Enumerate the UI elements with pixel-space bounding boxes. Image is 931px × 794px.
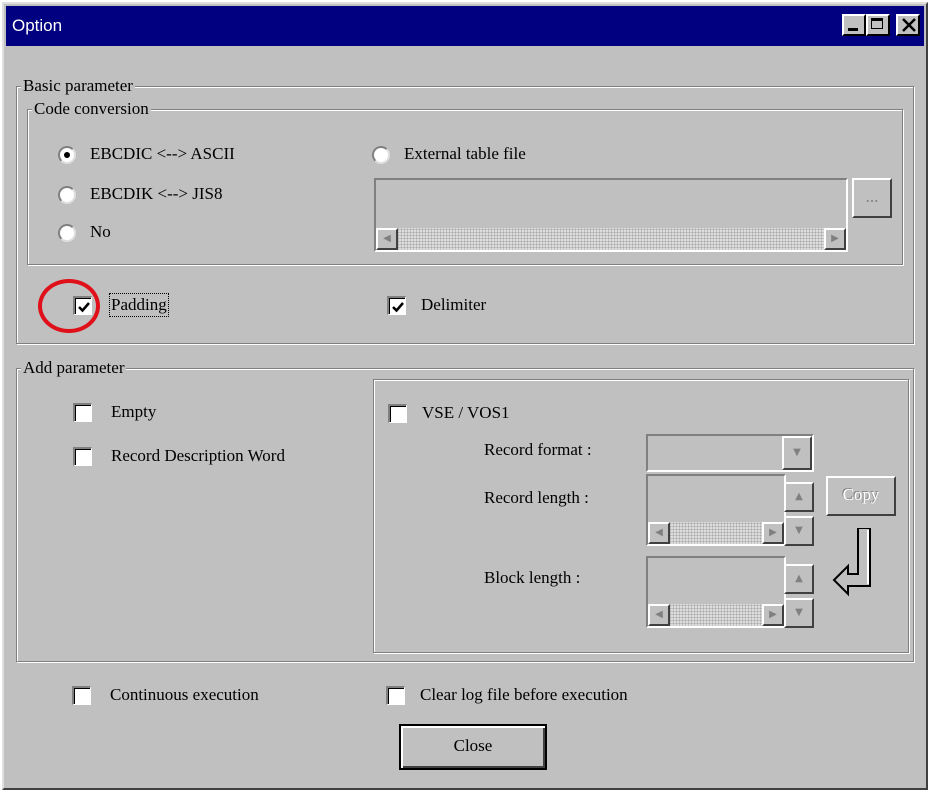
- radio-external-table[interactable]: [372, 146, 390, 164]
- external-table-hscroll[interactable]: ◀ ▶: [376, 228, 846, 250]
- block-length-down-button[interactable]: ▼: [784, 598, 814, 628]
- checkmark-icon: [392, 302, 404, 313]
- padding-label[interactable]: Padding: [109, 293, 169, 317]
- radio-external-table-label[interactable]: External table file: [404, 144, 526, 164]
- minimize-button[interactable]: [842, 14, 866, 36]
- title-bar[interactable]: Option: [6, 6, 924, 46]
- record-length-up-button[interactable]: ▲: [784, 482, 814, 512]
- chevron-down-icon[interactable]: ▼: [782, 436, 812, 470]
- empty-checkbox[interactable]: [73, 403, 92, 422]
- code-conversion-label: Code conversion: [32, 99, 151, 118]
- block-length-up-button[interactable]: ▲: [784, 564, 814, 594]
- clear-log-checkbox[interactable]: [386, 686, 405, 705]
- scroll-left-button[interactable]: ◀: [648, 604, 670, 626]
- maximize-button[interactable]: [866, 14, 890, 36]
- code-conversion-group: Code conversion EBCDIC <--> ASCII EBCDIK…: [27, 100, 903, 265]
- close-button[interactable]: Close: [399, 724, 547, 770]
- scroll-right-button[interactable]: ▶: [762, 522, 784, 544]
- record-format-label: Record format :: [484, 440, 592, 459]
- scroll-right-button[interactable]: ▶: [762, 604, 784, 626]
- block-length-label: Block length :: [484, 568, 581, 587]
- external-table-path-field[interactable]: ◀ ▶: [374, 178, 848, 252]
- window-title: Option: [12, 16, 63, 35]
- checkmark-icon: [78, 302, 90, 313]
- record-length-down-button[interactable]: ▼: [784, 516, 814, 546]
- padding-checkbox[interactable]: [73, 296, 92, 315]
- option-window: Option Basic parameter Code conversion E…: [2, 2, 928, 790]
- continuous-execution-label[interactable]: Continuous execution: [110, 685, 259, 705]
- vse-vos1-group: VSE / VOS1 Record format : ▼ Record leng…: [373, 379, 909, 653]
- continuous-execution-checkbox[interactable]: [72, 686, 91, 705]
- record-format-select[interactable]: ▼: [646, 434, 814, 472]
- vse-vos1-checkbox[interactable]: [388, 404, 407, 423]
- scroll-left-button[interactable]: ◀: [376, 228, 398, 250]
- close-x-icon: [902, 18, 916, 32]
- basic-parameter-group: Basic parameter Code conversion EBCDIC <…: [16, 77, 914, 344]
- block-length-hscroll[interactable]: ◀ ▶: [648, 604, 784, 626]
- close-button-label: Close: [453, 736, 493, 755]
- delimiter-label[interactable]: Delimiter: [421, 295, 486, 315]
- radio-no-label[interactable]: No: [90, 222, 111, 242]
- rdw-checkbox[interactable]: [73, 447, 92, 466]
- radio-ebcdic-ascii-label[interactable]: EBCDIC <--> ASCII: [90, 144, 235, 164]
- copy-button[interactable]: Copy: [826, 476, 896, 516]
- add-parameter-group: Add parameter Empty Record Description W…: [16, 359, 914, 662]
- return-arrow-icon: [832, 528, 871, 597]
- record-length-hscroll[interactable]: ◀ ▶: [648, 522, 784, 544]
- vse-vos1-label[interactable]: VSE / VOS1: [422, 403, 510, 423]
- block-length-field[interactable]: ◀ ▶: [646, 556, 786, 628]
- delimiter-checkbox[interactable]: [387, 296, 406, 315]
- basic-parameter-label: Basic parameter: [21, 76, 135, 95]
- radio-ebcdik-jis8-label[interactable]: EBCDIK <--> JIS8: [90, 184, 223, 204]
- radio-no[interactable]: [58, 224, 76, 242]
- record-length-field[interactable]: ◀ ▶: [646, 474, 786, 546]
- empty-label[interactable]: Empty: [111, 402, 156, 422]
- scroll-right-button[interactable]: ▶: [824, 228, 846, 250]
- scroll-left-button[interactable]: ◀: [648, 522, 670, 544]
- close-window-button[interactable]: [896, 14, 920, 36]
- record-length-label: Record length :: [484, 488, 589, 507]
- add-parameter-label: Add parameter: [21, 358, 127, 377]
- clear-log-label[interactable]: Clear log file before execution: [420, 685, 628, 705]
- rdw-label[interactable]: Record Description Word: [111, 446, 285, 466]
- radio-ebcdik-jis8[interactable]: [58, 186, 76, 204]
- browse-button[interactable]: ...: [852, 178, 892, 218]
- radio-ebcdic-ascii[interactable]: [58, 146, 76, 164]
